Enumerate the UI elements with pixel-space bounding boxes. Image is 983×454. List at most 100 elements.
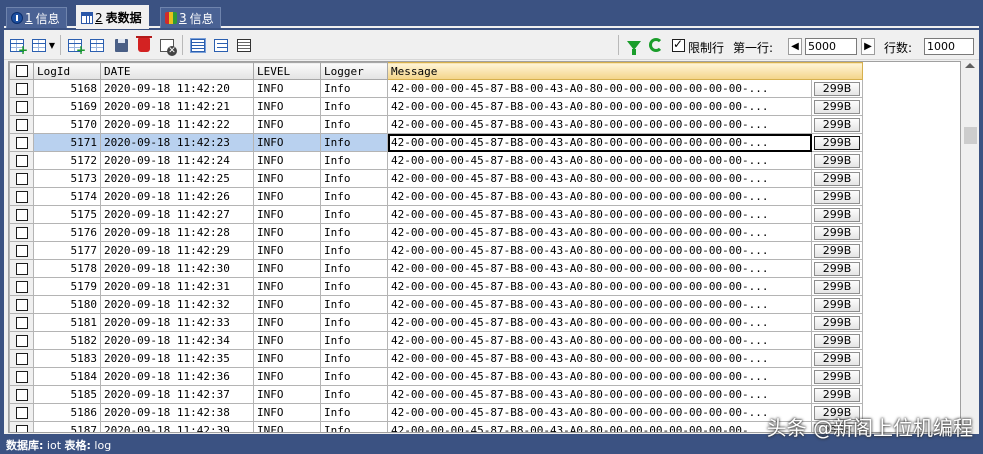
cell-message-blob[interactable]: 299B [811,295,863,314]
cell-logger[interactable]: Info [320,295,388,314]
cell-level[interactable]: INFO [253,187,321,206]
cell-level[interactable]: INFO [253,403,321,422]
cell-message-blob[interactable]: 299B [811,79,863,98]
row-select-cell[interactable] [9,295,34,314]
cell-level[interactable]: INFO [253,79,321,98]
table-row[interactable]: 5173 2020-09-18 11:42:25 INFO Info 42-00-00-… [9,169,863,188]
blob-size-button[interactable]: 299B [814,153,860,168]
next-page-button[interactable]: ▶ [861,38,875,55]
cell-message-blob[interactable]: 299B [811,205,863,224]
cell-message-blob[interactable]: 299B [811,331,863,350]
cell-message[interactable]: 42-00-00-00-45-87-B8-00-43-A0-80-00-00-0… [387,115,812,134]
save-button[interactable] [112,36,130,54]
table-row[interactable]: 5172 2020-09-18 11:42:24 INFO Info 42-00-00-… [9,151,863,170]
cell-date[interactable]: 2020-09-18 11:42:24 [100,151,254,170]
cell-logid[interactable]: 5183 [33,349,101,368]
cell-date[interactable]: 2020-09-18 11:42:20 [100,79,254,98]
row-checkbox[interactable] [15,388,28,401]
cell-message-blob[interactable]: 299B [811,367,863,386]
cell-logger[interactable]: Info [320,385,388,404]
refresh-button[interactable] [647,36,665,54]
cell-logid[interactable]: 5181 [33,313,101,332]
row-select-cell[interactable] [9,259,34,278]
cell-message-blob[interactable]: 299B [811,313,863,332]
row-select-cell[interactable] [9,97,34,116]
cell-logger[interactable]: Info [320,97,388,116]
table-row[interactable]: 5184 2020-09-18 11:42:36 INFO Info 42-00-00-… [9,367,863,386]
cell-logid[interactable]: 5185 [33,385,101,404]
cell-logid[interactable]: 5173 [33,169,101,188]
cell-level[interactable]: INFO [253,169,321,188]
cell-logger[interactable]: Info [320,331,388,350]
blob-size-button[interactable]: 299B [814,333,860,348]
scroll-up-icon[interactable] [965,63,975,68]
cell-level[interactable]: INFO [253,205,321,224]
table-row[interactable]: 5187 2020-09-18 11:42:39 INFO Info 42-00-00-… [9,421,863,432]
cell-date[interactable]: 2020-09-18 11:42:36 [100,367,254,386]
column-header-logid[interactable]: LogId [33,62,101,80]
cell-message[interactable]: 42-00-00-00-45-87-B8-00-43-A0-80-00-00-0… [387,421,812,432]
table-row[interactable]: 5177 2020-09-18 11:42:29 INFO Info 42-00-00-… [9,241,863,260]
cell-logger[interactable]: Info [320,313,388,332]
cell-message[interactable]: 42-00-00-00-45-87-B8-00-43-A0-80-00-00-0… [387,223,812,242]
cell-logid[interactable]: 5186 [33,403,101,422]
row-checkbox[interactable] [15,280,28,293]
cell-level[interactable]: INFO [253,367,321,386]
cell-date[interactable]: 2020-09-18 11:42:38 [100,403,254,422]
cell-logid[interactable]: 5168 [33,79,101,98]
cell-logid[interactable]: 5174 [33,187,101,206]
row-checkbox[interactable] [15,118,28,131]
cell-level[interactable]: INFO [253,295,321,314]
cell-message[interactable]: 42-00-00-00-45-87-B8-00-43-A0-80-00-00-0… [387,151,812,170]
row-select-cell[interactable] [9,223,34,242]
first-row-input[interactable] [805,38,857,55]
cell-message[interactable]: 42-00-00-00-45-87-B8-00-43-A0-80-00-00-0… [387,331,812,350]
row-checkbox[interactable] [15,172,28,185]
cell-logger[interactable]: Info [320,133,388,152]
row-checkbox[interactable] [15,262,28,275]
row-checkbox[interactable] [15,424,28,432]
table-row[interactable]: 5183 2020-09-18 11:42:35 INFO Info 42-00-00-… [9,349,863,368]
cell-date[interactable]: 2020-09-18 11:42:27 [100,205,254,224]
select-all-checkbox[interactable] [15,65,28,77]
cell-logid[interactable]: 5176 [33,223,101,242]
row-checkbox[interactable] [15,352,28,365]
cell-logger[interactable]: Info [320,151,388,170]
cell-date[interactable]: 2020-09-18 11:42:30 [100,259,254,278]
cell-message-blob[interactable]: 299B [811,349,863,368]
cell-logid[interactable]: 5187 [33,421,101,432]
row-checkbox[interactable] [15,208,28,221]
table-row[interactable]: 5175 2020-09-18 11:42:27 INFO Info 42-00-00-… [9,205,863,224]
column-header-date[interactable]: DATE [100,62,254,80]
row-checkbox[interactable] [15,136,28,149]
blob-size-button[interactable]: 299B [814,189,860,204]
cell-message-blob[interactable]: 299B [811,277,863,296]
cell-message-blob[interactable]: 299B [811,151,863,170]
cell-message[interactable]: 42-00-00-00-45-87-B8-00-43-A0-80-00-00-0… [387,97,812,116]
column-header-message[interactable]: Message [387,62,863,80]
cell-message[interactable]: 42-00-00-00-45-87-B8-00-43-A0-80-00-00-0… [387,367,812,386]
cell-date[interactable]: 2020-09-18 11:42:28 [100,223,254,242]
cell-message[interactable]: 42-00-00-00-45-87-B8-00-43-A0-80-00-00-0… [387,295,812,314]
blob-size-button[interactable]: 299B [814,207,860,222]
cell-level[interactable]: INFO [253,385,321,404]
cell-logger[interactable]: Info [320,421,388,432]
cell-level[interactable]: INFO [253,223,321,242]
table-row[interactable]: 5179 2020-09-18 11:42:31 INFO Info 42-00-00-… [9,277,863,296]
row-select-cell[interactable] [9,133,34,152]
cell-logger[interactable]: Info [320,79,388,98]
blob-size-button[interactable]: 299B [814,351,860,366]
row-select-cell[interactable] [9,367,34,386]
table-row[interactable]: 5185 2020-09-18 11:42:37 INFO Info 42-00-00-… [9,385,863,404]
blob-size-button[interactable]: 299B [814,279,860,294]
cell-logger[interactable]: Info [320,169,388,188]
row-checkbox[interactable] [15,298,28,311]
cell-level[interactable]: INFO [253,277,321,296]
cell-message[interactable]: 42-00-00-00-45-87-B8-00-43-A0-80-00-00-0… [387,385,812,404]
cell-logger[interactable]: Info [320,241,388,260]
scrollbar-thumb[interactable] [964,127,977,144]
row-select-cell[interactable] [9,241,34,260]
cell-message[interactable]: 42-00-00-00-45-87-B8-00-43-A0-80-00-00-0… [387,79,812,98]
row-count-input[interactable] [924,38,974,55]
row-checkbox[interactable] [15,82,28,95]
